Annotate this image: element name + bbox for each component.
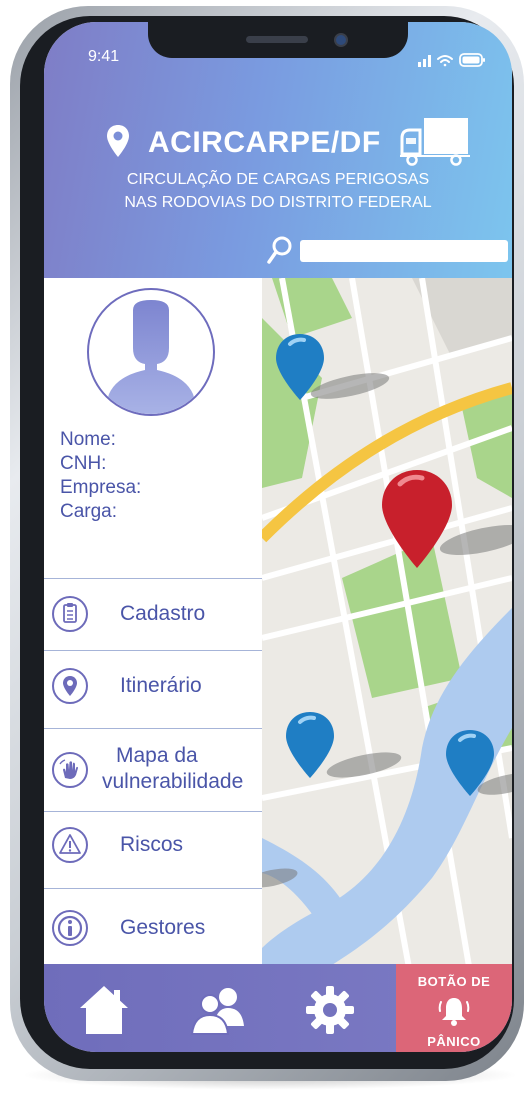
wifi-icon [437, 55, 453, 67]
panic-label-line1: BOTÃO DE [417, 974, 491, 989]
search-bar [266, 235, 512, 265]
search-icon[interactable] [266, 235, 294, 265]
cnh-label: CNH: [60, 453, 107, 474]
app-subtitle: CIRCULAÇÃO DE CARGAS PERIGOSAS NAS RODOV… [44, 168, 512, 214]
status-icons [418, 53, 485, 67]
menu-separator [44, 888, 262, 889]
menu-item-cadastro[interactable]: Cadastro [44, 578, 262, 653]
info-icon [52, 910, 88, 946]
signal-icon [418, 55, 431, 67]
alarm-bell-icon [438, 998, 470, 1026]
menu-separator [44, 811, 262, 812]
panic-label-line2: PÂNICO [427, 1034, 481, 1049]
hand-icon [52, 752, 88, 788]
menu-separator [44, 728, 262, 729]
menu-label-cadastro: Cadastro [120, 602, 206, 625]
camera [334, 33, 348, 47]
menu-label-riscos: Riscos [120, 833, 184, 856]
battery-icon [459, 53, 485, 67]
menu-label-gestores: Gestores [120, 916, 206, 939]
search-input[interactable] [300, 240, 508, 262]
phone-screen: 9:41 ACIRCARPE/DF CIRCULAÇÃO DE CARGAS P… [44, 22, 512, 1052]
side-panel: Nome: CNH: Empresa: Carga: Cadastro Itin… [44, 278, 262, 984]
warning-icon [52, 827, 88, 863]
location-pin-icon [52, 668, 88, 704]
clipboard-icon [52, 596, 88, 632]
truck-icon [400, 118, 470, 166]
menu-separator [44, 650, 262, 651]
app-title: ACIRCARPE/DF [148, 126, 381, 159]
user-silhouette-icon [103, 300, 199, 414]
users-icon[interactable] [190, 984, 246, 1036]
notch [148, 22, 408, 58]
subtitle-line-1: CIRCULAÇÃO DE CARGAS PERIGOSAS [126, 171, 430, 188]
panic-button[interactable]: BOTÃO DE PÂNICO [396, 964, 512, 1052]
profile-info: Nome: CNH: Empresa: Carga: [60, 428, 141, 524]
menu-item-itinerario[interactable]: Itinerário [44, 650, 262, 725]
location-pin-icon [107, 125, 129, 157]
menu-item-riscos[interactable]: Riscos [44, 811, 262, 886]
speaker [246, 36, 308, 43]
menu-label-mapa-line2: vulnerabilidade [102, 770, 244, 793]
menu-item-mapa-vulnerabilidade[interactable]: Mapa da vulnerabilidade [44, 728, 262, 810]
subtitle-line-2: NAS RODOVIAS DO DISTRITO FEDERAL [124, 194, 432, 211]
app-header: 9:41 ACIRCARPE/DF CIRCULAÇÃO DE CARGAS P… [44, 22, 512, 278]
company-label: Empresa: [60, 477, 142, 498]
map-view[interactable] [262, 278, 512, 984]
title-row: ACIRCARPE/DF [102, 114, 482, 168]
menu-item-gestores[interactable]: Gestores [44, 888, 262, 963]
menu-label-mapa-line1: Mapa da [116, 744, 198, 767]
gear-icon[interactable] [306, 986, 354, 1034]
name-label: Nome: [60, 429, 116, 450]
menu-label-itinerario: Itinerário [120, 674, 202, 697]
home-icon[interactable] [76, 982, 132, 1038]
cargo-label: Carga: [60, 501, 118, 522]
avatar[interactable] [87, 288, 215, 416]
menu-separator [44, 578, 262, 579]
status-time: 9:41 [88, 48, 120, 65]
